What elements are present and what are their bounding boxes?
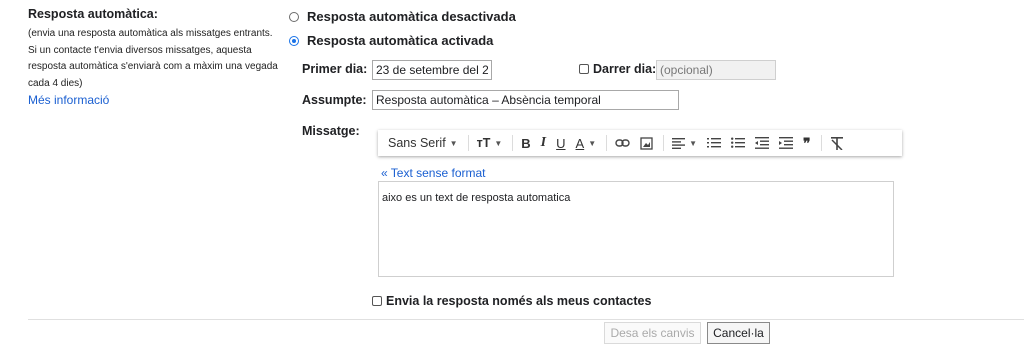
underline-button[interactable]: U [552,132,569,154]
bulleted-list-button[interactable] [727,132,749,154]
description-line: cada 4 dies) [28,77,83,89]
italic-button[interactable]: I [537,132,550,154]
auto-reply-description: Resposta automàtica: (envia una resposta… [28,7,283,107]
align-button[interactable]: ▼ [668,132,701,154]
plain-text-link[interactable]: « Text sense format [381,166,486,180]
subject-label: Assumpte: [302,93,367,107]
align-left-icon [672,137,686,149]
description-line: (envia una resposta automàtica als missa… [28,28,273,39]
message-label: Missatge: [302,124,360,138]
toolbar-divider [467,135,469,151]
font-family-select[interactable]: Sans Serif ▼ [384,132,462,154]
chevron-down-icon: ▼ [449,138,458,148]
contacts-only-option[interactable]: Envia la resposta només als meus contact… [372,294,651,308]
save-changes-button[interactable]: Desa els canvis [604,322,701,344]
option-auto-reply-on[interactable]: Resposta automàtica activada [289,33,493,48]
link-icon [615,139,630,147]
toolbar-divider [606,135,608,151]
message-body: aixo es un text de resposta automatica [382,192,571,204]
numbered-list-icon [707,138,722,148]
indent-more-button[interactable] [775,132,797,154]
contacts-only-label: Envia la resposta només als meus contact… [386,294,652,308]
last-day-label: Darrer dia: [593,62,657,76]
remove-formatting-icon [830,136,843,150]
chevron-down-icon: ▼ [494,138,503,148]
last-day-toggle[interactable]: Darrer dia: [579,62,656,76]
chevron-down-icon: ▼ [689,138,698,148]
subject-input[interactable] [372,90,679,110]
insert-image-button[interactable] [636,132,657,154]
numbered-list-button[interactable] [703,132,725,154]
option-off-label: Resposta automàtica desactivada [307,9,516,24]
font-family-value: Sans Serif [388,136,446,150]
option-auto-reply-off[interactable]: Resposta automàtica desactivada [289,9,516,24]
indent-less-icon [755,137,770,149]
last-day-checkbox[interactable] [579,64,589,74]
quote-button[interactable]: ❞ [799,132,815,154]
indent-more-icon [779,137,794,149]
toolbar-divider [663,135,665,151]
description-line: resposta automàtica s'enviarà com a màxi… [28,61,278,72]
text-color-icon: A [575,135,585,151]
description-line: Si un contacte t'envia diversos missatge… [28,44,252,56]
option-on-label: Resposta automàtica activada [307,33,494,48]
more-info-link[interactable]: Més informació [28,93,283,107]
contacts-only-checkbox[interactable] [372,296,382,306]
text-size-icon: тT [476,136,491,150]
toolbar-divider [820,135,822,151]
chevron-down-icon: ▼ [588,138,597,148]
first-day-label: Primer dia: [302,62,368,76]
cancel-button[interactable]: Cancel·la [707,322,770,344]
formatting-toolbar: Sans Serif ▼ тT ▼ B I U A ▼ ▼ ❞ [378,130,902,156]
radio-off[interactable] [289,11,299,22]
image-icon [640,136,653,150]
first-day-input[interactable] [372,60,492,80]
bulleted-list-icon [731,137,746,148]
bold-button[interactable]: B [517,132,534,154]
radio-on[interactable] [289,35,299,46]
last-day-input[interactable] [656,60,776,80]
description-text: (envia una resposta automàtica als missa… [28,26,283,92]
footer-divider [28,319,1024,320]
indent-less-button[interactable] [751,132,773,154]
text-color-button[interactable]: A ▼ [572,132,601,154]
remove-formatting-button[interactable] [826,132,848,154]
quote-icon: ❞ [803,134,811,151]
insert-link-button[interactable] [611,132,634,154]
message-editor[interactable]: aixo es un text de resposta automatica [378,181,894,277]
font-size-button[interactable]: тT ▼ [473,132,507,154]
section-title: Resposta automàtica: [28,7,158,21]
toolbar-divider [512,135,514,151]
